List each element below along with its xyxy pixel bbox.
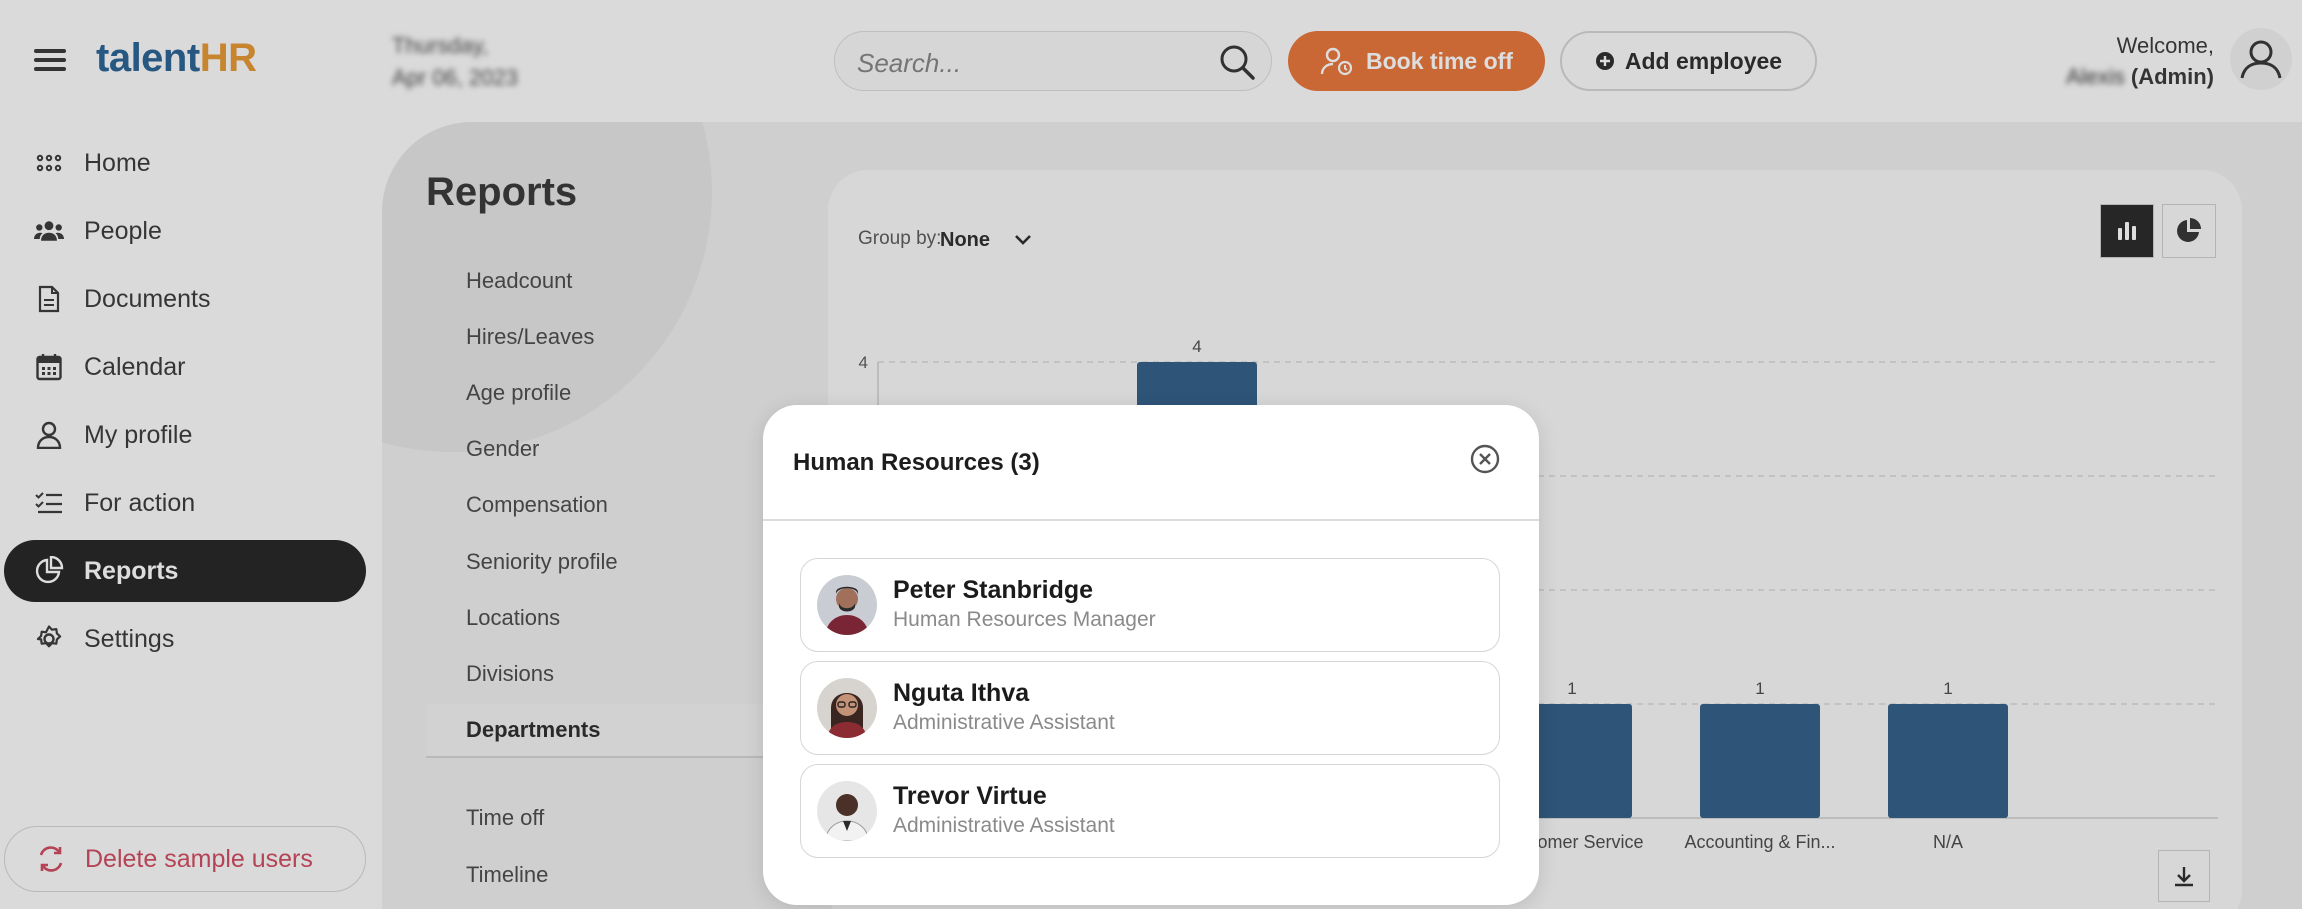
employee-name: Peter Stanbridge (893, 576, 1094, 604)
department-modal: Human Resources (3) Peter Stanbridge Hum… (763, 405, 1539, 905)
avatar (817, 781, 877, 841)
employee-role: Administrative Assistant (893, 814, 1115, 837)
avatar (817, 575, 877, 635)
employee-name: Nguta Ithva (893, 679, 1030, 707)
employee-role: Administrative Assistant (893, 711, 1115, 734)
close-icon[interactable] (1469, 443, 1501, 475)
app-root: talentHR Thursday, Apr 06, 2023 Book tim… (0, 0, 2302, 909)
avatar (817, 678, 877, 738)
modal-divider (763, 519, 1539, 521)
employee-name: Trevor Virtue (893, 782, 1047, 810)
employee-row[interactable]: Nguta Ithva Administrative Assistant (800, 661, 1500, 755)
modal-title: Human Resources (3) (793, 449, 1040, 476)
employee-row[interactable]: Peter Stanbridge Human Resources Manager (800, 558, 1500, 652)
employee-role: Human Resources Manager (893, 608, 1156, 631)
employee-row[interactable]: Trevor Virtue Administrative Assistant (800, 764, 1500, 858)
